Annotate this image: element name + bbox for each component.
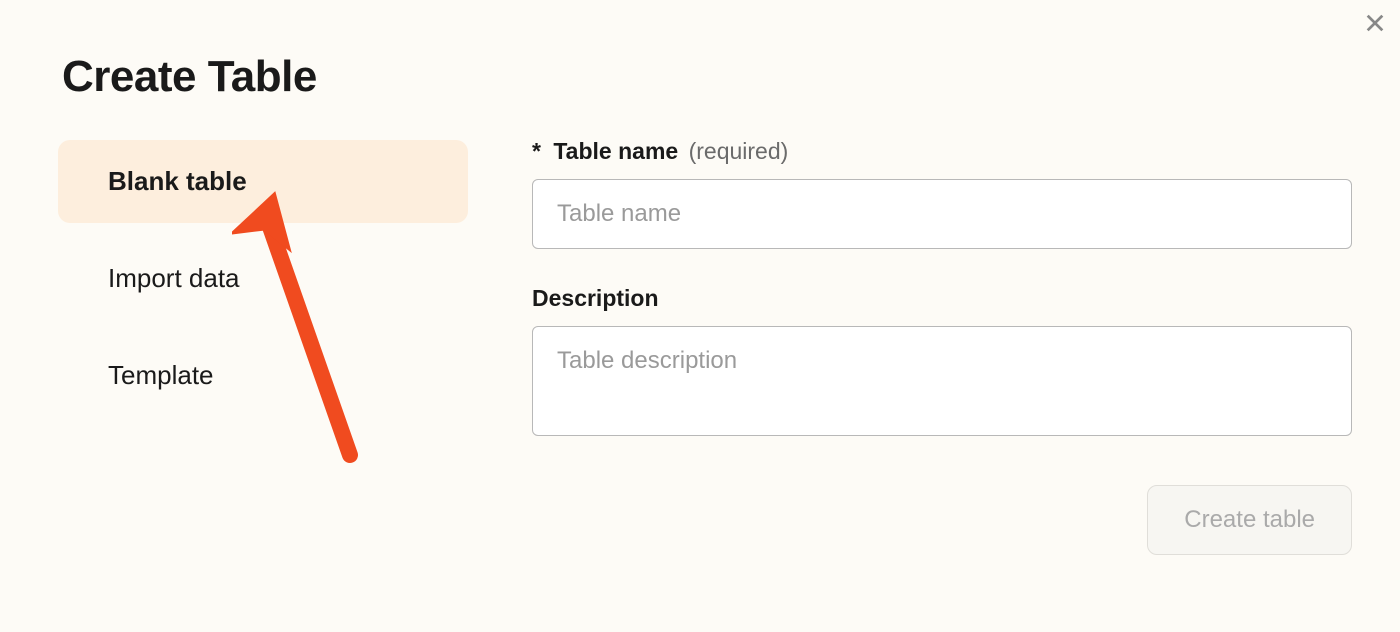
table-name-input[interactable] [532, 179, 1352, 249]
close-icon [1364, 12, 1386, 34]
table-name-label: * Table name (required) [532, 138, 1352, 165]
sidebar-item-template[interactable]: Template [58, 334, 468, 417]
description-field-group: Description [532, 285, 1352, 441]
modal-title: Create Table [62, 52, 317, 102]
description-label: Description [532, 285, 1352, 312]
required-asterisk: * [532, 138, 541, 164]
create-table-sidebar: Blank table Import data Template [58, 140, 468, 431]
description-input[interactable] [532, 326, 1352, 436]
create-table-button[interactable]: Create table [1147, 485, 1352, 555]
table-name-field-group: * Table name (required) [532, 138, 1352, 249]
sidebar-item-blank-table[interactable]: Blank table [58, 140, 468, 223]
create-table-form: * Table name (required) Description Crea… [532, 138, 1352, 555]
sidebar-item-import-data[interactable]: Import data [58, 237, 468, 320]
description-label-text: Description [532, 285, 659, 311]
sidebar-item-label: Import data [108, 263, 240, 294]
table-name-hint: (required) [689, 138, 789, 164]
sidebar-item-label: Template [108, 360, 214, 391]
table-name-label-text: Table name [553, 138, 678, 164]
close-button[interactable] [1360, 8, 1390, 38]
sidebar-item-label: Blank table [108, 166, 247, 197]
